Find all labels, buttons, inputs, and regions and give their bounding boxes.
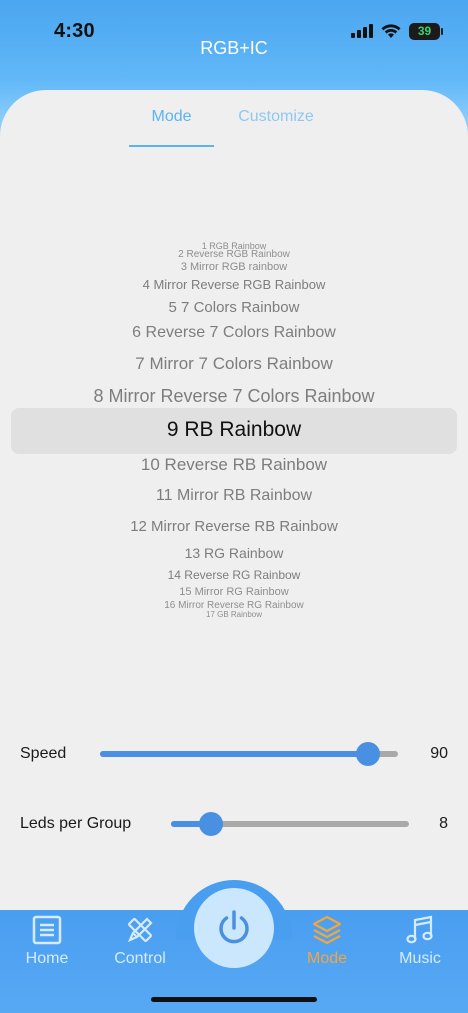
picker-item[interactable]: 8 Mirror Reverse 7 Colors Rainbow: [0, 386, 468, 407]
picker-item[interactable]: 12 Mirror Reverse RB Rainbow: [0, 518, 468, 535]
wifi-icon: [381, 23, 401, 38]
picker-item-selected[interactable]: 9 RB Rainbow: [0, 418, 468, 442]
speed-slider-row: Speed 90: [0, 742, 468, 783]
music-note-icon: [406, 915, 433, 944]
picker-item[interactable]: 2 Reverse RGB Rainbow: [0, 249, 468, 261]
main-card: [0, 90, 468, 922]
app-title: RGB+IC: [200, 38, 268, 58]
nav-home-label: Home: [25, 950, 69, 967]
picker-item[interactable]: 7 Mirror 7 Colors Rainbow: [0, 354, 468, 374]
picker-item[interactable]: 13 RG Rainbow: [0, 545, 468, 561]
tab-customize[interactable]: Customize: [222, 108, 330, 144]
tab-active-indicator: [129, 145, 214, 147]
nav-music[interactable]: Music: [380, 914, 460, 968]
picker-item[interactable]: 14 Reverse RG Rainbow: [0, 568, 468, 583]
speed-label: Speed: [20, 745, 67, 762]
pencil-ruler-icon: [127, 917, 153, 943]
nav-mode[interactable]: Mode: [287, 914, 367, 968]
speed-slider-thumb[interactable]: [356, 742, 381, 766]
layers-icon: [312, 915, 342, 945]
picker-item[interactable]: 17 GB Rainbow: [0, 610, 468, 619]
leds-per-group-slider[interactable]: [171, 812, 409, 836]
leds-per-group-slider-thumb[interactable]: [199, 812, 224, 836]
nav-home[interactable]: Home: [7, 914, 87, 968]
power-icon: [219, 910, 249, 944]
leds-per-group-slider-row: Leds per Group 8: [0, 812, 468, 853]
picker-item[interactable]: 5 7 Colors Rainbow: [0, 299, 468, 316]
picker-item[interactable]: 4 Mirror Reverse RGB Rainbow: [0, 277, 468, 293]
battery-icon: 39: [409, 22, 443, 40]
nav-control[interactable]: Control: [100, 914, 180, 968]
speed-slider[interactable]: [100, 742, 398, 766]
picker-item[interactable]: 6 Reverse 7 Colors Rainbow: [0, 324, 468, 342]
power-button[interactable]: [194, 888, 274, 968]
signal-icon: [351, 24, 373, 38]
speed-value: 90: [430, 745, 448, 762]
mode-tabs: Mode Customize: [0, 108, 468, 148]
leds-per-group-label: Leds per Group: [20, 815, 132, 832]
nav-mode-label: Mode: [306, 950, 348, 967]
home-list-icon: [32, 915, 62, 945]
picker-item[interactable]: 15 Mirror RG Rainbow: [0, 586, 468, 599]
nav-control-label: Control: [114, 950, 166, 967]
speed-slider-fill: [100, 751, 369, 757]
picker-item[interactable]: 3 Mirror RGB rainbow: [0, 261, 468, 274]
home-indicator: [151, 997, 317, 1002]
tab-mode[interactable]: Mode: [129, 108, 214, 144]
picker-item[interactable]: 10 Reverse RB Rainbow: [0, 455, 468, 475]
leds-per-group-value: 8: [439, 815, 448, 832]
picker-item[interactable]: 11 Mirror RB Rainbow: [0, 487, 468, 505]
nav-music-label: Music: [399, 950, 441, 967]
